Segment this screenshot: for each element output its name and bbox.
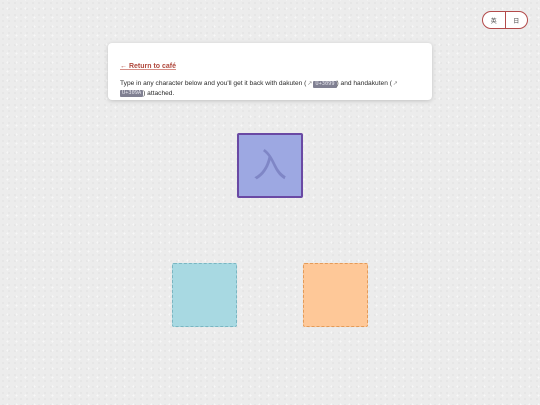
description-end: ) attached. [143,89,175,97]
external-link-icon: ↗ [392,80,398,87]
external-link-icon: ↗ [307,80,313,87]
input-character: 入 [253,145,287,186]
description-middle: ) and handakuten ( [336,80,392,87]
return-to-cafe-link[interactable]: ← Return to café [120,62,176,72]
info-card: ← Return to café Type in any character b… [108,43,432,100]
description-text: Type in any character below and you'll g… [120,79,420,98]
character-input-tile[interactable]: 入 [237,133,303,198]
description-intro: Type in any character below and you'll g… [120,80,307,87]
language-option-english[interactable]: 英 [483,12,505,28]
language-toggle: 英 日 [482,11,528,29]
dakuten-result-tile [172,263,237,327]
dakuten-result-character [173,264,236,326]
handakuten-result-character [304,264,367,326]
dakuten-code-link[interactable]: U+3099 [313,80,337,88]
handakuten-result-tile [303,263,368,327]
handakuten-code-link[interactable]: U+309A [120,90,144,97]
language-option-japanese[interactable]: 日 [504,12,528,28]
